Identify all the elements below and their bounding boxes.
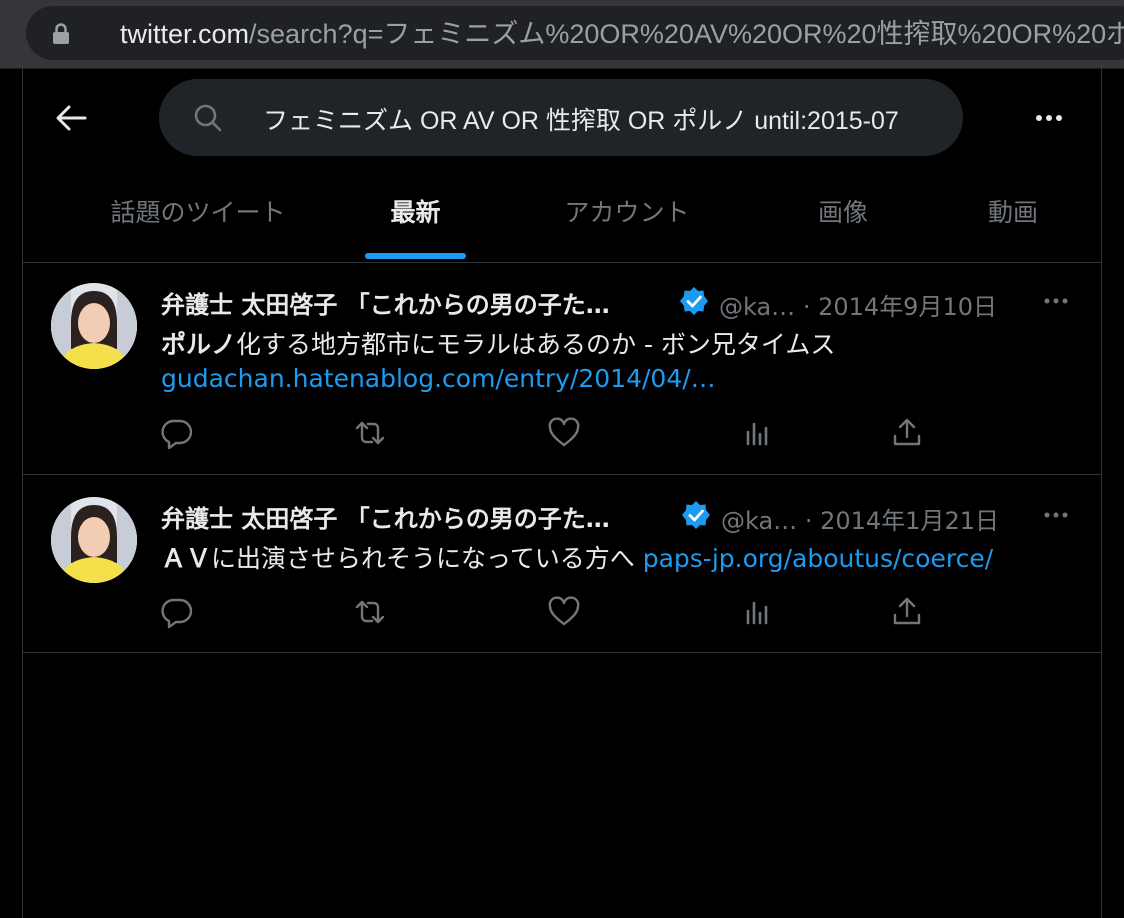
- separator: ·: [804, 507, 813, 535]
- address-url[interactable]: twitter.com/search?q=フェミニズム%20OR%20AV%20…: [120, 18, 1124, 50]
- tab-accounts[interactable]: アカウント: [543, 178, 711, 262]
- retweet-button[interactable]: [353, 595, 387, 629]
- tweet-link[interactable]: gudachan.hatenablog.com/entry/2014/04/…: [161, 364, 716, 393]
- tab-images[interactable]: 画像: [793, 178, 893, 262]
- highlight-term: ＡＶ: [161, 544, 212, 573]
- tab-videos[interactable]: 動画: [963, 178, 1063, 262]
- display-name[interactable]: 弁護士 太田啓子 「これからの男の子た…: [161, 285, 610, 320]
- tweet-text: ＡＶに出演させられそうになっている方へ paps-jp.org/aboutus/…: [161, 539, 993, 575]
- retweet-icon: [355, 421, 385, 445]
- tweet-more-icon[interactable]: [1041, 291, 1071, 311]
- back-arrow-icon: [56, 105, 87, 131]
- tweet-meta: @ka… · 2014年1月21日: [721, 501, 999, 536]
- share-button[interactable]: [890, 595, 924, 629]
- search-icon: [194, 104, 222, 132]
- share-icon: [893, 418, 921, 446]
- timestamp[interactable]: 2014年1月21日: [820, 507, 999, 535]
- more-icon: [1036, 115, 1062, 121]
- like-icon: [548, 596, 580, 626]
- more-options-button[interactable]: [1029, 104, 1069, 132]
- avatar-photo: [51, 283, 137, 369]
- views-button[interactable]: [741, 595, 775, 629]
- share-icon: [893, 597, 921, 625]
- search-box[interactable]: [159, 79, 963, 156]
- lock-icon: [53, 23, 69, 44]
- tweet[interactable]: 弁護士 太田啓子 「これからの男の子た… @ka… · 2014年1月21日 Ａ…: [23, 475, 1101, 653]
- reply-button[interactable]: [160, 416, 194, 450]
- tweet-link[interactable]: paps-jp.org/aboutus/coerce/: [643, 544, 993, 573]
- verified-icon: [682, 501, 710, 529]
- display-name[interactable]: 弁護士 太田啓子 「これからの男の子た…: [161, 499, 610, 534]
- handle[interactable]: @ka…: [719, 293, 795, 321]
- highlight-term: ポルノ: [161, 330, 237, 359]
- views-button[interactable]: [741, 416, 775, 450]
- main-column: 話題のツイート 最新 アカウント 画像 動画 弁護士 太田啓子 「これからの男の…: [22, 68, 1102, 918]
- browser-toolbar: twitter.com/search?q=フェミニズム%20OR%20AV%20…: [0, 0, 1124, 69]
- timestamp[interactable]: 2014年9月10日: [818, 293, 997, 321]
- reply-button[interactable]: [160, 595, 194, 629]
- avatar[interactable]: [51, 497, 137, 583]
- retweet-icon: [355, 600, 385, 624]
- handle[interactable]: @ka…: [721, 507, 797, 535]
- like-button[interactable]: [547, 416, 581, 450]
- reply-icon: [161, 419, 193, 450]
- verified-icon: [680, 287, 708, 315]
- retweet-button[interactable]: [353, 416, 387, 450]
- tab-top[interactable]: 話題のツイート: [63, 178, 333, 262]
- avatar-photo: [51, 497, 137, 583]
- tweet-body: 化する地方都市にモラルはあるのか - ボン兄タイムス: [236, 330, 836, 359]
- tweet[interactable]: 弁護士 太田啓子 「これからの男の子た… @ka… · 2014年9月10日 ポ…: [23, 263, 1101, 475]
- avatar[interactable]: [51, 283, 137, 369]
- share-button[interactable]: [890, 416, 924, 450]
- url-path: /search?q=フェミニズム%20OR%20AV%20OR%20性搾取%20…: [249, 19, 1124, 49]
- search-tabs: 話題のツイート 最新 アカウント 画像 動画: [23, 178, 1101, 263]
- tweet-body: に出演させられそうになっている方へ: [211, 544, 643, 573]
- url-host: twitter.com: [120, 19, 250, 49]
- active-tab-indicator: [365, 253, 466, 259]
- tweet-text: ポルノ化する地方都市にモラルはあるのか - ボン兄タイムス: [161, 325, 835, 361]
- views-icon: [746, 601, 768, 625]
- tweet-meta: @ka… · 2014年9月10日: [719, 287, 997, 322]
- back-button[interactable]: [51, 98, 91, 138]
- like-icon: [548, 417, 580, 447]
- like-button[interactable]: [547, 595, 581, 629]
- search-input[interactable]: [261, 79, 955, 156]
- tab-latest[interactable]: 最新: [365, 178, 466, 262]
- separator: ·: [802, 293, 811, 321]
- reply-icon: [161, 598, 193, 629]
- address-bar[interactable]: twitter.com/search?q=フェミニズム%20OR%20AV%20…: [26, 6, 1124, 60]
- views-icon: [746, 422, 768, 446]
- tweet-more-icon[interactable]: [1041, 505, 1071, 525]
